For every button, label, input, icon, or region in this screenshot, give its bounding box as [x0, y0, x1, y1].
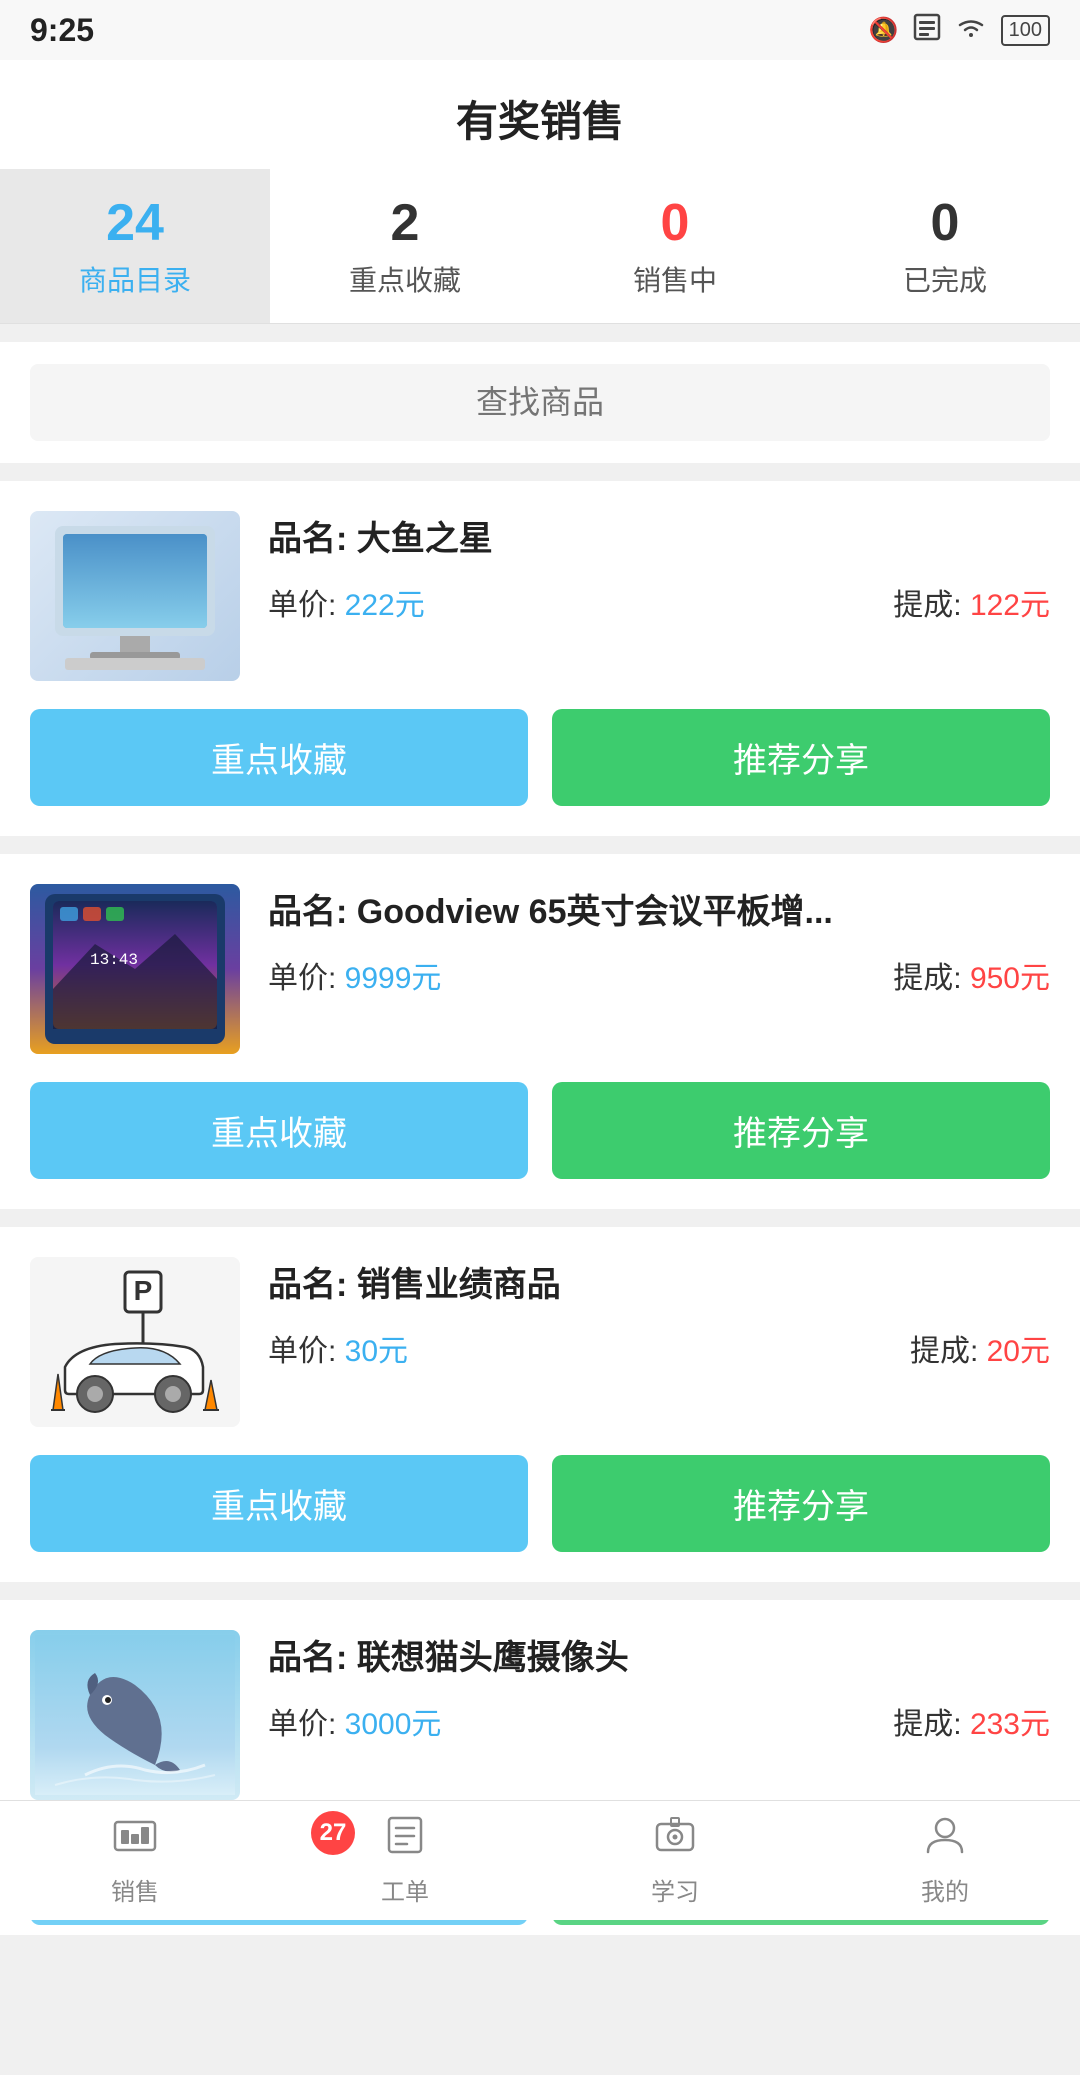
share-button-1[interactable]: 推荐分享	[552, 709, 1050, 806]
svg-text:P: P	[134, 1275, 153, 1306]
tab-completed-count: 0	[931, 197, 960, 249]
commission-value-4: 233元	[970, 1708, 1050, 1741]
product-top-1: 品名: 大鱼之星 单价: 222元 提成: 122元	[30, 511, 1050, 681]
product-prices-3: 单价: 30元 提成: 20元	[268, 1326, 1050, 1370]
commission-value-2: 950元	[970, 962, 1050, 995]
commission-label-4: 提成: 233元	[893, 1699, 1050, 1743]
product-info-2: 品名: Goodview 65英寸会议平板增... 单价: 9999元 提成: …	[268, 884, 1050, 1054]
share-button-3[interactable]: 推荐分享	[552, 1455, 1050, 1552]
price-value-1: 222元	[345, 589, 425, 622]
product-name-1: 品名: 大鱼之星	[268, 511, 1050, 560]
sales-icon	[113, 1814, 157, 1864]
product-image-3: P	[30, 1257, 240, 1427]
sim-icon	[913, 13, 941, 48]
workorder-badge: 27	[311, 1811, 355, 1855]
nav-label-sales: 销售	[111, 1872, 159, 1907]
tab-selling-label: 销售中	[633, 259, 717, 299]
tab-catalog-label: 商品目录	[79, 259, 191, 299]
product-info-1: 品名: 大鱼之星 单价: 222元 提成: 122元	[268, 511, 1050, 681]
battery-icon: 100	[1001, 15, 1050, 46]
product-prices-2: 单价: 9999元 提成: 950元	[268, 953, 1050, 997]
product-list: 品名: 大鱼之星 单价: 222元 提成: 122元 重点收藏 推荐分享	[0, 481, 1080, 1935]
nav-item-mine[interactable]: 我的	[810, 1801, 1080, 1920]
wifi-icon	[955, 15, 987, 46]
tab-selling[interactable]: 0 销售中	[540, 169, 810, 323]
bell-off-icon: 🔕	[869, 16, 899, 45]
price-value-3: 30元	[345, 1335, 408, 1368]
product-actions-2: 重点收藏 推荐分享	[30, 1082, 1050, 1179]
product-info-3: 品名: 销售业绩商品 单价: 30元 提成: 20元	[268, 1257, 1050, 1427]
nav-item-learning[interactable]: 学习	[540, 1801, 810, 1920]
search-input[interactable]	[30, 364, 1050, 441]
search-bar	[0, 342, 1080, 463]
learning-icon	[653, 1814, 697, 1864]
product-name-4: 品名: 联想猫头鹰摄像头	[268, 1630, 1050, 1679]
page-header: 有奖销售	[0, 60, 1080, 169]
share-button-2[interactable]: 推荐分享	[552, 1082, 1050, 1179]
commission-value-1: 122元	[970, 589, 1050, 622]
product-card-1: 品名: 大鱼之星 单价: 222元 提成: 122元 重点收藏 推荐分享	[0, 481, 1080, 836]
product-image-4	[30, 1630, 240, 1800]
status-icons: 🔕 100	[869, 13, 1050, 48]
workorder-icon	[383, 1814, 427, 1864]
product-prices-4: 单价: 3000元 提成: 233元	[268, 1699, 1050, 1743]
tab-catalog-count: 24	[106, 197, 164, 249]
commission-label-3: 提成: 20元	[910, 1326, 1050, 1370]
product-card-3: P 品名	[0, 1227, 1080, 1582]
status-time: 9:25	[30, 12, 94, 49]
nav-label-learning: 学习	[651, 1872, 699, 1907]
svg-text:13:43: 13:43	[90, 951, 138, 969]
nav-item-sales[interactable]: 销售	[0, 1801, 270, 1920]
product-prices-1: 单价: 222元 提成: 122元	[268, 580, 1050, 624]
status-bar: 9:25 🔕 100	[0, 0, 1080, 60]
price-label-2: 单价: 9999元	[268, 953, 441, 997]
page-title: 有奖销售	[0, 88, 1080, 149]
nav-label-mine: 我的	[921, 1872, 969, 1907]
price-label-4: 单价: 3000元	[268, 1699, 441, 1743]
tab-favorites[interactable]: 2 重点收藏	[270, 169, 540, 323]
bottom-nav: 销售 27 工单 学习	[0, 1800, 1080, 1920]
price-value-4: 3000元	[345, 1708, 442, 1741]
tab-completed-label: 已完成	[903, 259, 987, 299]
nav-item-workorder[interactable]: 27 工单	[270, 1801, 540, 1920]
collect-button-2[interactable]: 重点收藏	[30, 1082, 528, 1179]
product-name-2: 品名: Goodview 65英寸会议平板增...	[268, 884, 1050, 933]
product-top-3: P 品名	[30, 1257, 1050, 1427]
collect-button-3[interactable]: 重点收藏	[30, 1455, 528, 1552]
product-image-1	[30, 511, 240, 681]
product-top-4: 品名: 联想猫头鹰摄像头 单价: 3000元 提成: 233元	[30, 1630, 1050, 1800]
product-info-4: 品名: 联想猫头鹰摄像头 单价: 3000元 提成: 233元	[268, 1630, 1050, 1800]
commission-value-3: 20元	[987, 1335, 1050, 1368]
tab-completed[interactable]: 0 已完成	[810, 169, 1080, 323]
price-label-1: 单价: 222元	[268, 580, 425, 624]
product-top-2: 13:43 品名: Goodview 65英寸会议平板增... 单价: 9999…	[30, 884, 1050, 1054]
tab-favorites-count: 2	[391, 197, 420, 249]
tab-selling-count: 0	[661, 197, 690, 249]
product-actions-1: 重点收藏 推荐分享	[30, 709, 1050, 806]
tab-catalog[interactable]: 24 商品目录	[0, 169, 270, 323]
nav-label-workorder: 工单	[381, 1872, 429, 1907]
product-name-3: 品名: 销售业绩商品	[268, 1257, 1050, 1306]
product-image-2: 13:43	[30, 884, 240, 1054]
product-card-2: 13:43 品名: Goodview 65英寸会议平板增... 单价: 9999…	[0, 854, 1080, 1209]
collect-button-1[interactable]: 重点收藏	[30, 709, 528, 806]
price-label-3: 单价: 30元	[268, 1326, 408, 1370]
mine-icon	[923, 1814, 967, 1864]
tab-favorites-label: 重点收藏	[349, 259, 461, 299]
tab-bar: 24 商品目录 2 重点收藏 0 销售中 0 已完成	[0, 169, 1080, 324]
commission-label-2: 提成: 950元	[893, 953, 1050, 997]
product-actions-3: 重点收藏 推荐分享	[30, 1455, 1050, 1552]
price-value-2: 9999元	[345, 962, 442, 995]
commission-label-1: 提成: 122元	[893, 580, 1050, 624]
